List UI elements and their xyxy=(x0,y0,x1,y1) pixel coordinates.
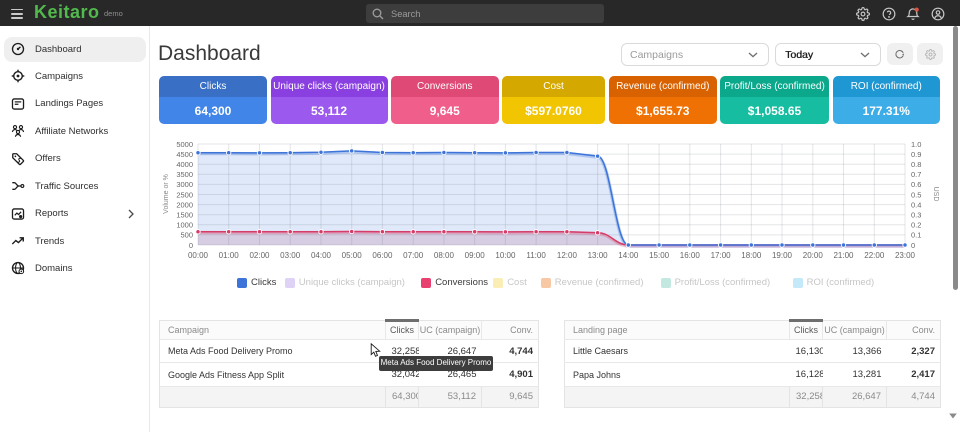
svg-text:12:00: 12:00 xyxy=(557,251,578,260)
svg-text:07:00: 07:00 xyxy=(403,251,424,260)
svg-text:500: 500 xyxy=(180,231,193,240)
svg-text:0.7: 0.7 xyxy=(911,170,921,179)
svg-text:0.5: 0.5 xyxy=(911,190,921,199)
svg-text:13:00: 13:00 xyxy=(588,251,609,260)
svg-text:1000: 1000 xyxy=(176,221,193,230)
svg-text:06:00: 06:00 xyxy=(372,251,393,260)
svg-text:3500: 3500 xyxy=(176,170,193,179)
svg-text:2000: 2000 xyxy=(176,200,193,209)
svg-text:17:00: 17:00 xyxy=(711,251,732,260)
svg-text:USD: USD xyxy=(932,187,939,202)
svg-text:22:00: 22:00 xyxy=(864,251,885,260)
svg-text:3000: 3000 xyxy=(176,180,193,189)
svg-text:10:00: 10:00 xyxy=(495,251,516,260)
svg-text:Volume or %: Volume or % xyxy=(163,174,170,214)
svg-text:18:00: 18:00 xyxy=(741,251,762,260)
svg-text:5000: 5000 xyxy=(176,140,193,149)
svg-text:0.9: 0.9 xyxy=(911,150,921,159)
svg-text:19:00: 19:00 xyxy=(772,251,793,260)
svg-text:4500: 4500 xyxy=(176,150,193,159)
svg-text:09:00: 09:00 xyxy=(465,251,486,260)
svg-text:15:00: 15:00 xyxy=(649,251,670,260)
svg-text:05:00: 05:00 xyxy=(342,251,363,260)
svg-text:04:00: 04:00 xyxy=(311,251,332,260)
svg-text:02:00: 02:00 xyxy=(249,251,270,260)
svg-text:0: 0 xyxy=(189,241,193,250)
svg-text:11:00: 11:00 xyxy=(526,251,546,260)
svg-text:01:00: 01:00 xyxy=(219,251,240,260)
svg-text:4000: 4000 xyxy=(176,160,193,169)
svg-text:1.0: 1.0 xyxy=(911,140,921,149)
svg-text:1500: 1500 xyxy=(176,211,193,220)
svg-text:14:00: 14:00 xyxy=(618,251,639,260)
svg-text:2500: 2500 xyxy=(176,190,193,199)
svg-text:03:00: 03:00 xyxy=(280,251,301,260)
svg-text:20:00: 20:00 xyxy=(803,251,824,260)
svg-text:21:00: 21:00 xyxy=(833,251,854,260)
svg-text:0.6: 0.6 xyxy=(911,180,921,189)
svg-text:00:00: 00:00 xyxy=(188,251,209,260)
svg-text:16:00: 16:00 xyxy=(680,251,701,260)
svg-text:0.4: 0.4 xyxy=(911,200,921,209)
svg-text:0.8: 0.8 xyxy=(911,160,921,169)
svg-text:0.1: 0.1 xyxy=(911,231,921,240)
svg-text:08:00: 08:00 xyxy=(434,251,455,260)
svg-text:23:00: 23:00 xyxy=(895,251,916,260)
svg-text:0.3: 0.3 xyxy=(911,211,921,220)
svg-text:0.2: 0.2 xyxy=(911,221,921,230)
svg-text:0: 0 xyxy=(911,241,915,250)
